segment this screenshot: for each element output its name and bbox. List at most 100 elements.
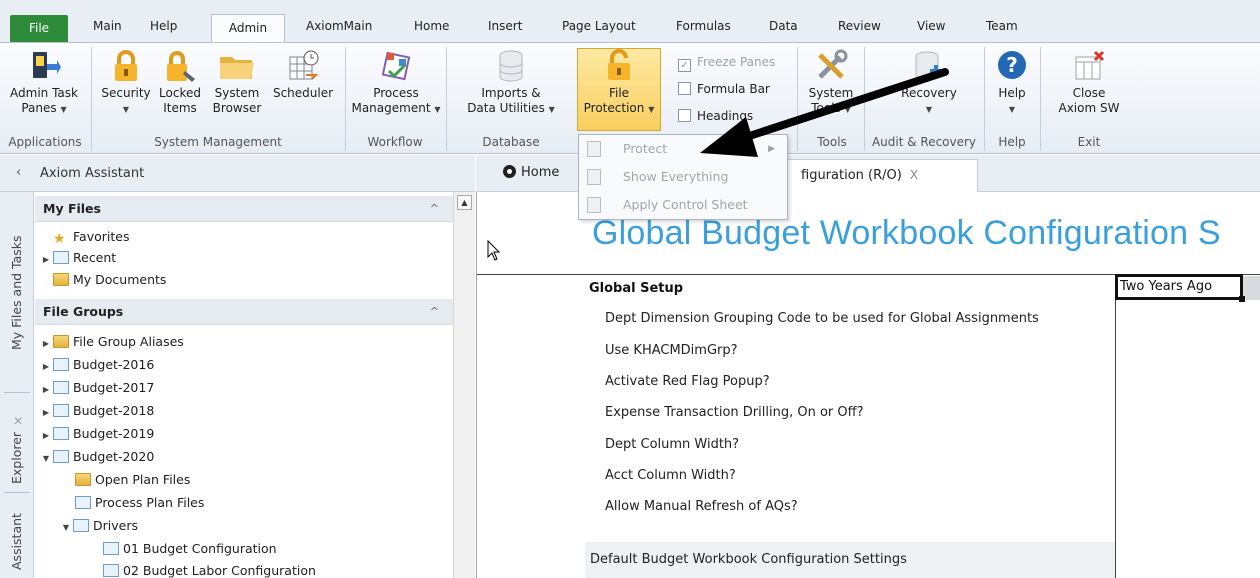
expand-arrow-icon[interactable]: ▶ (39, 357, 53, 377)
file-group-icon (53, 358, 69, 371)
menu-item-show-everything[interactable]: Show Everything (579, 164, 787, 190)
menu-item-protect[interactable]: Protect ▶ (579, 136, 787, 162)
recovery-button[interactable]: Recovery ▼ (880, 45, 978, 117)
tab-team[interactable]: Team (986, 19, 1018, 33)
tab-formulas[interactable]: Formulas (676, 19, 731, 33)
help-button[interactable]: ? Help ▼ (990, 45, 1034, 117)
security-label: Security (101, 86, 151, 100)
vertical-tab-separator (4, 392, 30, 393)
scheduler-button[interactable]: Scheduler (268, 45, 338, 101)
fill-handle[interactable] (1239, 296, 1245, 302)
expand-arrow-icon[interactable]: ▶ (39, 334, 53, 354)
setting-row[interactable]: Expense Transaction Drilling, On or Off? (605, 405, 863, 420)
tree-item-open-plan-files[interactable]: Open Plan Files (75, 470, 190, 490)
tree-item-file-group-aliases[interactable]: ▶ File Group Aliases (39, 332, 184, 352)
doc-tab-configuration[interactable]: figuration (R/O) X (786, 159, 978, 192)
mouse-cursor-icon (487, 240, 501, 261)
system-tools-button[interactable]: System Tools ▼ (800, 45, 862, 117)
tab-my-files-label: My Files and Tasks (9, 235, 24, 350)
tree-item-drivers[interactable]: ▼ Drivers (59, 516, 138, 536)
setting-row[interactable]: Allow Manual Refresh of AQs? (605, 499, 798, 514)
tab-home[interactable]: Home (414, 19, 449, 33)
tree-item-budget-2017[interactable]: ▶ Budget-2017 (39, 378, 154, 398)
headings-label: Headings (697, 109, 754, 123)
process-management-button[interactable]: Process Management ▼ (350, 45, 442, 117)
doc-tab-home[interactable]: Home (503, 165, 559, 180)
group-label-help: Help (998, 135, 1026, 149)
tab-main[interactable]: Main (93, 19, 122, 33)
locked-items-label-2: Items (163, 101, 197, 115)
file-protection-button[interactable]: File Protection ▼ (577, 45, 661, 117)
collapse-arrow-icon[interactable]: ▼ (59, 518, 73, 538)
axiom-logo-icon (503, 165, 516, 178)
tab-explorer-label: Explorer (9, 431, 24, 484)
expand-arrow-icon[interactable]: ▶ (39, 403, 53, 423)
tools-icon (818, 49, 848, 79)
tree-item-budget-2018[interactable]: ▶ Budget-2018 (39, 401, 154, 421)
collapse-chevron-icon[interactable]: ‹ (16, 165, 21, 180)
admin-task-panes-button[interactable]: Admin Task Panes ▼ (4, 45, 84, 117)
tab-admin[interactable]: Admin (211, 14, 285, 43)
formula-bar-checkbox[interactable]: Formula Bar (678, 82, 770, 96)
expand-arrow-icon[interactable]: ▶ (39, 380, 53, 400)
adjacent-cell[interactable] (1243, 276, 1260, 300)
close-axiom-button[interactable]: Close Axiom SW (1048, 45, 1130, 116)
imports-data-utilities-button[interactable]: Imports & Data Utilities ▼ (452, 45, 570, 117)
chevron-up-icon[interactable]: ^ (430, 299, 439, 325)
tab-review[interactable]: Review (838, 19, 881, 33)
tree-item-budget-2016[interactable]: ▶ Budget-2016 (39, 355, 154, 375)
file-protection-label-1: File (608, 86, 630, 100)
tab-data[interactable]: Data (769, 19, 798, 33)
tab-view[interactable]: View (917, 19, 945, 33)
tree-item-budget-2019[interactable]: ▶ Budget-2019 (39, 424, 154, 444)
calendar-clock-icon (289, 50, 319, 80)
setting-row[interactable]: Activate Red Flag Popup? (605, 374, 770, 389)
setting-row[interactable]: Dept Dimension Grouping Code to be used … (605, 311, 1039, 326)
tab-axiommain[interactable]: AxiomMain (306, 19, 372, 33)
close-icon[interactable]: × (10, 416, 25, 426)
scroll-up-arrow-icon[interactable]: ▲ (457, 195, 472, 210)
admin-task-panes-label-1: Admin Task (10, 86, 78, 100)
selected-cell[interactable]: Two Years Ago (1115, 274, 1245, 302)
setting-row[interactable]: Dept Column Width? (605, 437, 739, 452)
setting-row[interactable]: Use KHACMDimGrp? (605, 343, 738, 358)
collapse-arrow-icon[interactable]: ▼ (39, 449, 53, 469)
setting-row[interactable]: Acct Column Width? (605, 468, 736, 483)
folder-open-icon (75, 473, 91, 486)
chevron-down-icon: ▼ (548, 105, 555, 114)
expand-arrow-icon[interactable]: ▶ (39, 250, 53, 270)
spreadsheet-area[interactable]: Global Budget Workbook Configuration S G… (476, 192, 1260, 578)
menu-item-apply-control-sheet[interactable]: Apply Control Sheet (579, 192, 787, 218)
expand-arrow-icon[interactable]: ▶ (39, 426, 53, 446)
system-browser-button[interactable]: System Browser (210, 45, 264, 116)
tab-file[interactable]: File (10, 15, 68, 42)
tab-my-files-and-tasks[interactable]: My Files and Tasks (0, 192, 34, 386)
tree-scrollbar[interactable]: ▲ (453, 192, 475, 578)
file-groups-header[interactable]: File Groups ^ (35, 299, 453, 325)
tree-item-budget-labor-configuration[interactable]: 02 Budget Labor Configuration (103, 561, 316, 578)
column-divider (1115, 274, 1116, 578)
group-label-exit: Exit (1077, 135, 1101, 149)
locked-items-button[interactable]: Locked Items (155, 45, 205, 116)
group-label-system-management: System Management (154, 135, 282, 149)
tree-item-budget-2020[interactable]: ▼ Budget-2020 (39, 447, 154, 467)
tree-item-budget-configuration[interactable]: 01 Budget Configuration (103, 539, 277, 559)
system-browser-label-2: Browser (212, 101, 262, 115)
close-icon[interactable]: X (910, 168, 918, 182)
security-button[interactable]: Security ▼ (98, 45, 154, 117)
vertical-tab-strip: My Files and Tasks Explorer × Assistant (0, 192, 34, 578)
tree-item-my-documents[interactable]: My Documents (39, 270, 166, 290)
headings-checkbox[interactable]: Headings (678, 109, 753, 123)
tab-page-layout[interactable]: Page Layout (562, 19, 636, 33)
tab-insert[interactable]: Insert (488, 19, 522, 33)
chevron-up-icon[interactable]: ^ (430, 196, 439, 222)
my-files-header[interactable]: My Files ^ (35, 196, 453, 222)
tree-item-process-plan-files[interactable]: Process Plan Files (75, 493, 204, 513)
tree-item-favorites[interactable]: ★ Favorites (39, 227, 129, 247)
freeze-panes-checkbox[interactable]: ✓ Freeze Panes (678, 55, 775, 72)
tab-help[interactable]: Help (150, 19, 177, 33)
system-tools-label-1: System (808, 86, 854, 100)
tree-item-recent[interactable]: ▶ Recent (39, 248, 116, 268)
tab-explorer[interactable]: Explorer × (0, 396, 34, 488)
tab-assistant[interactable]: Assistant (0, 498, 34, 578)
